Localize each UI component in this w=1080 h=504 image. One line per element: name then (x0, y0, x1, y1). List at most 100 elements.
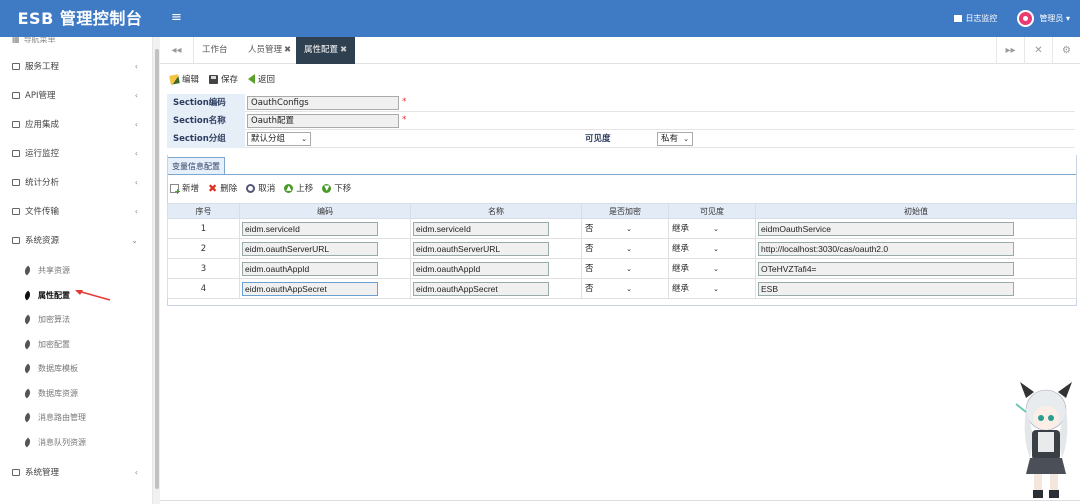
sidebar-scrollbar[interactable] (152, 37, 160, 504)
sidebar-item-system-management[interactable]: 系统管理 ‹ (0, 460, 152, 484)
sidebar-subitem-db-resources[interactable]: 数据库资源 (0, 383, 152, 403)
chevron-left-icon: ‹ (134, 467, 138, 477)
leaf-icon (22, 314, 33, 324)
table-row: 2 eidm.oauthServerURL eidm.oauthServerUR… (167, 238, 1077, 259)
table-row: 1 eidm.serviceId eidm.serviceId 否 ⌄ 继承 ⌄ e… (167, 218, 1077, 239)
visibility-select[interactable]: 私有 ⌄ (657, 132, 693, 146)
encrypt-select[interactable]: 否 ⌄ (585, 222, 635, 236)
folder-icon (12, 178, 20, 186)
tab-workbench[interactable]: 工作台 (202, 37, 228, 64)
move-up-button[interactable]: ▲ 上移 (284, 182, 313, 194)
column-header-seq: 序号 (167, 203, 240, 219)
name-input[interactable]: eidm.serviceId (413, 221, 549, 236)
section-group-select[interactable]: 默认分组 ⌄ (247, 132, 311, 146)
sidebar-item-system-resources[interactable]: 系统资源 ⌄ (0, 228, 152, 252)
encrypt-select[interactable]: 否 ⌄ (585, 262, 635, 276)
sidebar-item-api[interactable]: API管理 ‹ (0, 83, 152, 107)
row-number: 2 (167, 238, 240, 259)
menu-toggle-icon[interactable]: ≡ (171, 11, 182, 25)
tab-scroll-right-icon[interactable]: ▸▸ (996, 37, 1024, 64)
initial-value-input[interactable]: OTeHVZTafi4= (758, 261, 1014, 276)
sidebar-item-file-transfer[interactable]: 文件传输 ‹ (0, 199, 152, 223)
log-monitor-label: 日志监控 (965, 14, 998, 23)
user-avatar (1017, 10, 1035, 27)
sidebar-scroll-thumb[interactable] (155, 49, 159, 489)
initial-value-input[interactable]: eidmOauthService (758, 221, 1014, 236)
tab-bar: ◂◂ 工作台 人员管理 ✖ 属性配置 ✖ ▸▸ ✕ ⚙ (160, 37, 1080, 64)
table-row: 4 eidm.oauthAppSecret eidm.oauthAppSecre… (167, 278, 1077, 299)
delete-icon: ✖ (208, 181, 218, 195)
user-menu[interactable]: 管理员 ▾ (1017, 10, 1070, 27)
sidebar: ▦ 导航菜单 服务工程 ‹ API管理 ‹ 应用集成 ‹ 运行监控 ‹ 统计分析… (0, 37, 152, 504)
variable-table: 序号 编码 名称 是否加密 可见度 初始值 1 eidm.serviceId e… (167, 203, 1077, 299)
section-group-label: Section分组 (167, 130, 245, 148)
pencil-icon (169, 73, 180, 85)
name-input[interactable]: eidm.oauthAppSecret (413, 281, 549, 296)
visibility-cell-select[interactable]: 继承 ⌄ (672, 282, 722, 296)
leaf-icon (22, 290, 33, 300)
section-code-input[interactable]: OauthConfigs (247, 96, 399, 110)
leaf-icon (22, 339, 33, 349)
tab-scroll-left-icon[interactable]: ◂◂ (160, 37, 194, 64)
log-monitor-link[interactable]: 日志监控 (954, 13, 997, 24)
fullscreen-icon[interactable]: ✕ (1024, 37, 1052, 64)
sidebar-subitem-message-queue[interactable]: 消息队列资源 (0, 432, 152, 452)
row-number: 3 (167, 258, 240, 279)
header-actions: 日志监控 管理员 ▾ (954, 0, 1070, 37)
content-bottom-border (160, 500, 1080, 501)
visibility-label: 可见度 (585, 134, 611, 144)
sidebar-subitem-shared-resources[interactable]: 共享资源 (0, 260, 152, 280)
close-icon[interactable]: ✖ (284, 45, 291, 55)
edit-button[interactable]: 编辑 (169, 73, 199, 85)
code-input[interactable]: eidm.oauthAppId (242, 261, 378, 276)
add-button[interactable]: 新增 (170, 182, 199, 196)
sidebar-subitem-encrypt-config[interactable]: 加密配置 (0, 334, 152, 354)
encrypt-select[interactable]: 否 ⌄ (585, 282, 635, 296)
sidebar-item-service-project[interactable]: 服务工程 ‹ (0, 54, 152, 78)
sidebar-item-runtime-monitor[interactable]: 运行监控 ‹ (0, 141, 152, 165)
sidebar-subitem-db-template[interactable]: 数据库模板 (0, 358, 152, 378)
column-header-initial-value: 初始值 (755, 203, 1077, 219)
save-button[interactable]: 保存 (209, 73, 238, 85)
move-down-button[interactable]: ▼ 下移 (322, 182, 351, 194)
name-input[interactable]: eidm.oauthServerURL (413, 241, 549, 256)
visibility-cell-select[interactable]: 继承 ⌄ (672, 242, 722, 256)
folder-icon (12, 120, 20, 128)
initial-value-input[interactable]: ESB (758, 281, 1014, 296)
chevron-down-icon: ⌄ (131, 235, 138, 245)
code-input[interactable]: eidm.serviceId (242, 221, 378, 236)
mascot-image (1015, 382, 1072, 498)
initial-value-input[interactable]: http://localhost:3030/cas/oauth2.0 (758, 241, 1014, 256)
folder-icon (12, 149, 20, 157)
row-number: 1 (167, 218, 240, 239)
tab-property-config[interactable]: 属性配置 ✖ (296, 37, 356, 64)
app-title: ESB 管理控制台 (17, 9, 143, 28)
sidebar-item-app-integration[interactable]: 应用集成 ‹ (0, 112, 152, 136)
monitor-icon (954, 15, 963, 22)
name-input[interactable]: eidm.oauthAppId (413, 261, 549, 276)
delete-button[interactable]: ✖ 删除 (208, 181, 237, 195)
visibility-cell-select[interactable]: 继承 ⌄ (672, 222, 722, 236)
folder-icon (12, 207, 20, 215)
close-icon[interactable]: ✖ (340, 45, 347, 55)
section-code-label: Section编码 (167, 94, 245, 112)
column-header-code: 编码 (239, 203, 411, 219)
folder-icon (12, 62, 20, 70)
tab-personnel[interactable]: 人员管理 ✖ (248, 37, 291, 64)
visibility-cell-select[interactable]: 继承 ⌄ (672, 262, 722, 276)
gear-icon[interactable]: ⚙ (1052, 37, 1080, 64)
sidebar-subitem-message-routing[interactable]: 消息路由管理 (0, 407, 152, 427)
grid-icon: ▦ (12, 37, 20, 44)
cancel-button[interactable]: 取消 (246, 182, 275, 194)
sidebar-subitem-encrypt-algorithm[interactable]: 加密算法 (0, 309, 152, 329)
user-name: 管理员 ▾ (1039, 14, 1070, 23)
code-input[interactable]: eidm.oauthServerURL (242, 241, 378, 256)
top-header: ESB 管理控制台 ≡ 日志监控 管理员 ▾ (0, 0, 1080, 37)
encrypt-select[interactable]: 否 ⌄ (585, 242, 635, 256)
section-name-input[interactable]: Oauth配置 (247, 114, 399, 128)
back-button[interactable]: 返回 (248, 73, 275, 85)
code-input[interactable]: eidm.oauthAppSecret (242, 281, 378, 296)
table-row: 3 eidm.oauthAppId eidm.oauthAppId 否 ⌄ 继承 ⌄… (167, 258, 1077, 279)
chevron-left-icon: ‹ (134, 61, 138, 71)
sidebar-item-statistics[interactable]: 统计分析 ‹ (0, 170, 152, 194)
